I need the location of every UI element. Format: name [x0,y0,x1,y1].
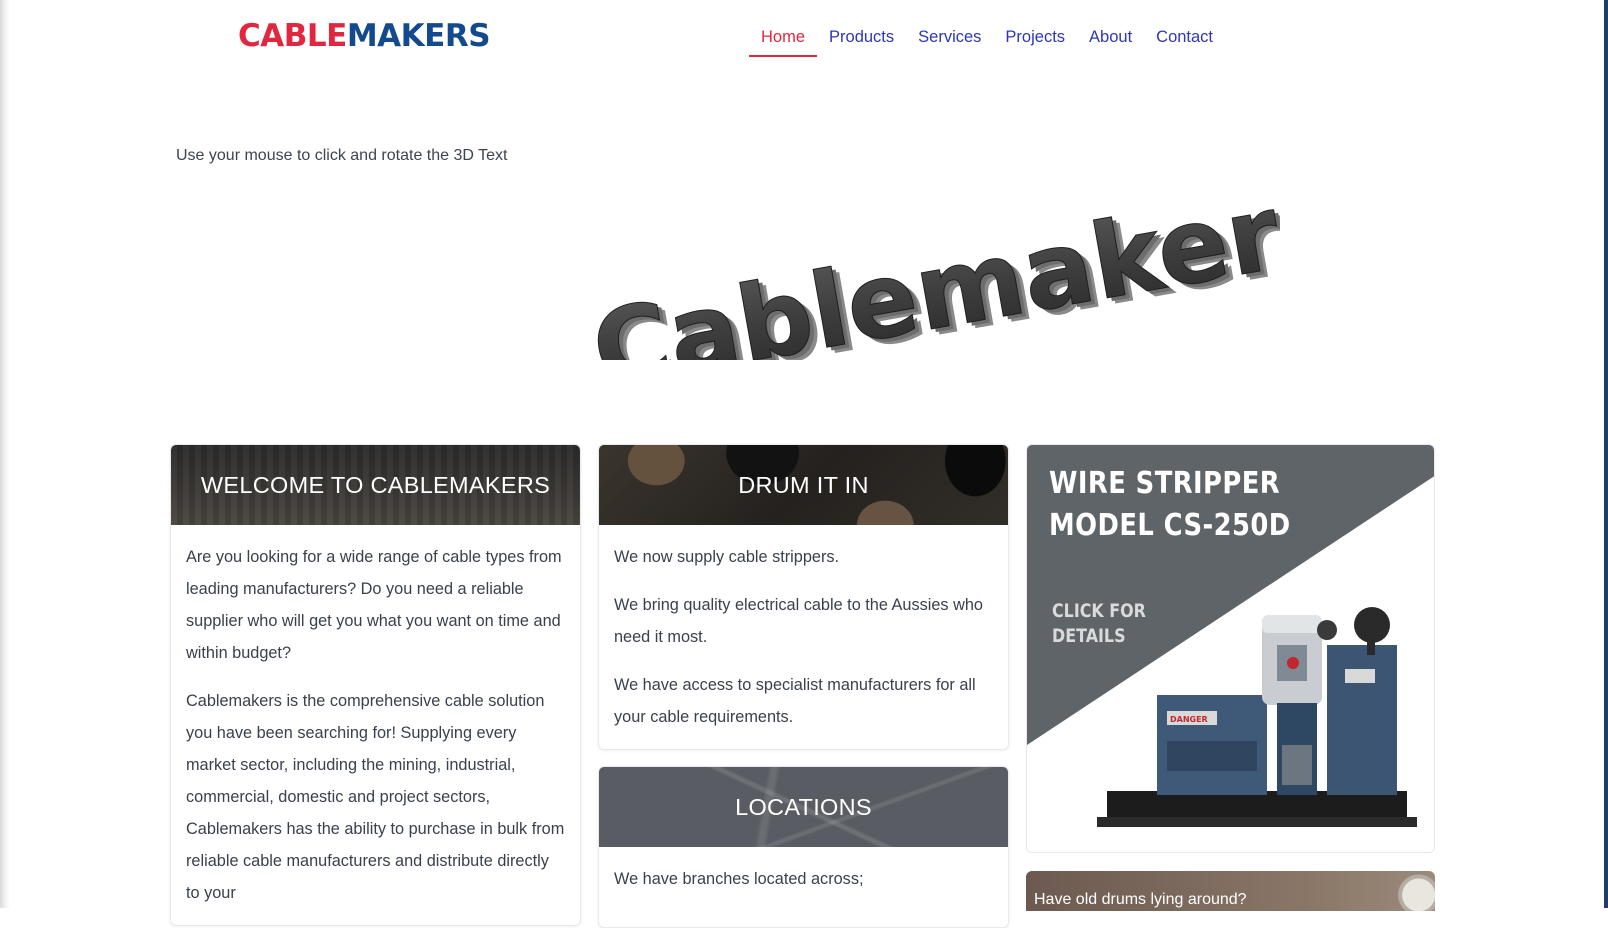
logo-part-cable: CABLE [238,18,347,54]
drum-card-body: We now supply cable strippers. We bring … [599,525,1008,733]
nav-projects[interactable]: Projects [993,28,1077,56]
locations-title: LOCATIONS [735,793,872,820]
promo-title-line2: MODEL CS-250D [1049,508,1291,543]
nav-products[interactable]: Products [817,28,906,56]
nav-about[interactable]: About [1077,28,1144,56]
nav-services[interactable]: Services [906,28,993,56]
locations-card-header: LOCATIONS [599,767,1008,847]
locations-paragraph: We have branches located across; [614,870,864,888]
welcome-card-header: WELCOME TO CABLEMAKERS [171,445,580,525]
welcome-card-body: Are you looking for a wide range of cabl… [171,525,580,909]
welcome-title: WELCOME TO CABLEMAKERS [200,471,551,498]
promo-cta-line1: CLICK FOR [1052,601,1146,622]
welcome-paragraph: Cablemakers is the comprehensive cable s… [186,692,565,902]
rotating-3d-text[interactable]: Cablemakers Cablemakers Cablemakers [560,160,1357,418]
nav-contact[interactable]: Contact [1144,28,1225,56]
rotate-hint: Use your mouse to click and rotate the 3… [176,147,508,164]
main-nav: Home Products Services Projects About Co… [749,28,1225,57]
locations-card-body: We have branches located across; [599,847,1008,895]
site-logo[interactable]: CABLEMAKERS [238,18,491,54]
danger-label: DANGER [1170,715,1208,724]
promo-cta[interactable]: CLICK FOR DETAILS [1052,599,1146,649]
promo-title: WIRE STRIPPER MODEL CS-250D [1049,463,1291,547]
locations-card: LOCATIONS We have branches located acros… [598,766,1009,928]
drum-paragraph: We have access to specialist manufacture… [614,676,976,726]
3d-text-graphic: Cablemakers Cablemakers Cablemakers [583,160,1357,418]
nav-home[interactable]: Home [749,28,818,57]
drum-card-header: DRUM IT IN [599,445,1008,525]
promo-cta-line2: DETAILS [1052,626,1126,647]
site-header: CABLEMAKERS Home Products Services Proje… [0,0,1604,80]
wire-stripper-promo[interactable]: DANGER WIRE STRIPPER MODEL CS-250D CLICK… [1026,444,1435,853]
3d-text-face: Cablemakers [584,190,1280,360]
welcome-paragraph: Are you looking for a wide range of cabl… [186,548,562,662]
page-left-shadow [0,0,10,908]
promo-title-line1: WIRE STRIPPER [1049,466,1281,501]
drum-paragraph: We bring quality electrical cable to the… [614,596,983,646]
drum-title: DRUM IT IN [738,471,869,498]
scrollbar[interactable] [1604,0,1608,908]
drum-paragraph: We now supply cable strippers. [614,548,840,566]
drum-card: DRUM IT IN We now supply cable strippers… [598,444,1009,750]
old-drums-card[interactable]: Have old drums lying around? [1026,871,1435,911]
logo-part-makers: MAKERS [346,18,491,54]
old-drums-text: Have old drums lying around? [1034,891,1247,908]
welcome-card: WELCOME TO CABLEMAKERS Are you looking f… [170,444,581,926]
